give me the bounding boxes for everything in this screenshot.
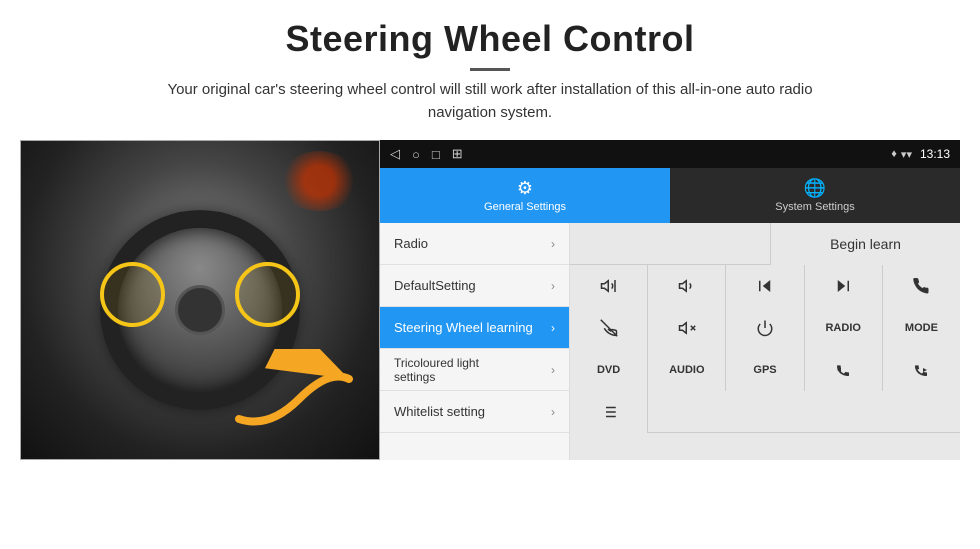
chevron-icon-tricoloured: › <box>551 363 555 377</box>
chevron-icon-whitelist: › <box>551 405 555 419</box>
gps-button[interactable]: GPS <box>726 349 804 391</box>
nav-square-icon[interactable]: □ <box>432 147 440 162</box>
control-row-2 <box>570 265 960 307</box>
menu-item-whitelist[interactable]: Whitelist setting › <box>380 391 569 433</box>
volume-down-button[interactable] <box>648 265 726 307</box>
time-display: 13:13 <box>920 147 950 161</box>
tab-bar: ⚙ General Settings 🌐 System Settings <box>380 168 960 223</box>
right-control-panel: Begin learn <box>570 223 960 460</box>
phone-prev-button[interactable] <box>805 349 883 391</box>
menu-default-label: DefaultSetting <box>394 278 476 293</box>
phone-next-icon <box>913 362 929 378</box>
mute-icon <box>678 319 696 337</box>
chevron-icon-default: › <box>551 279 555 293</box>
prev-track-icon <box>756 277 774 295</box>
menu-radio-label: Radio <box>394 236 428 251</box>
gps-icon: ♦ <box>891 148 897 160</box>
prev-track-button[interactable] <box>726 265 804 307</box>
page-container: Steering Wheel Control Your original car… <box>0 0 980 549</box>
tab-general-settings[interactable]: ⚙ General Settings <box>380 168 670 223</box>
power-icon <box>756 319 774 337</box>
status-right: ♦ ▾▾ 13:13 <box>891 147 950 161</box>
begin-learn-button[interactable]: Begin learn <box>770 223 960 265</box>
hang-up-icon <box>600 319 618 337</box>
nav-menu-icon[interactable]: ⊞ <box>452 146 463 162</box>
arrow-icon <box>229 349 359 439</box>
list-icon <box>600 403 618 421</box>
volume-up-icon <box>600 277 618 295</box>
steering-bg <box>21 141 379 459</box>
steering-image <box>20 140 380 460</box>
next-track-icon <box>834 277 852 295</box>
power-button[interactable] <box>726 307 804 349</box>
menu-tricoloured-label: Tricoloured lightsettings <box>394 356 479 384</box>
control-row-4: DVD AUDIO GPS <box>570 349 960 391</box>
chevron-icon-steering: › <box>551 321 555 335</box>
status-bar: ◁ ○ □ ⊞ ♦ ▾▾ 13:13 <box>380 140 960 168</box>
menu-item-default[interactable]: DefaultSetting › <box>380 265 569 307</box>
mode-button[interactable]: MODE <box>883 307 960 349</box>
highlight-circle-left <box>100 262 165 327</box>
general-settings-icon: ⚙ <box>517 178 533 199</box>
phone-icon <box>912 277 930 295</box>
menu-item-steering[interactable]: Steering Wheel learning › <box>380 307 569 349</box>
phone-prev-icon <box>835 362 851 378</box>
radio-button[interactable]: RADIO <box>805 307 883 349</box>
volume-up-button[interactable] <box>570 265 648 307</box>
title-divider <box>470 68 510 71</box>
subtitle: Your original car's steering wheel contr… <box>140 79 840 124</box>
menu-whitelist-label: Whitelist setting <box>394 404 485 419</box>
control-row-5 <box>570 391 960 433</box>
audio-button[interactable]: AUDIO <box>648 349 726 391</box>
nav-back-icon[interactable]: ◁ <box>390 146 400 162</box>
control-row-1: Begin learn <box>570 223 960 265</box>
content-area: ◁ ○ □ ⊞ ♦ ▾▾ 13:13 ⚙ General Settings <box>0 132 980 549</box>
menu-steering-label: Steering Wheel learning <box>394 320 533 335</box>
next-track-button[interactable] <box>805 265 883 307</box>
arrow-container <box>229 349 359 439</box>
tab-system-label: System Settings <box>775 201 854 213</box>
menu-item-radio[interactable]: Radio › <box>380 223 569 265</box>
phone-button[interactable] <box>883 265 960 307</box>
dashboard-glow <box>279 151 359 211</box>
tab-system-settings[interactable]: 🌐 System Settings <box>670 168 960 223</box>
left-menu: Radio › DefaultSetting › Steering Wheel … <box>380 223 570 460</box>
signal-icon: ▾▾ <box>901 148 912 161</box>
system-settings-icon: 🌐 <box>804 178 826 199</box>
volume-down-icon <box>678 277 696 295</box>
android-panel: ◁ ○ □ ⊞ ♦ ▾▾ 13:13 ⚙ General Settings <box>380 140 960 460</box>
control-row-3: RADIO MODE <box>570 307 960 349</box>
highlight-circle-right <box>235 262 300 327</box>
hang-up-button[interactable] <box>570 307 648 349</box>
phone-next-button[interactable] <box>883 349 960 391</box>
header-section: Steering Wheel Control Your original car… <box>0 0 980 132</box>
nav-home-icon[interactable]: ○ <box>412 147 420 162</box>
tab-general-label: General Settings <box>484 201 566 213</box>
steering-wheel-center <box>175 285 225 335</box>
empty-row5 <box>648 391 960 432</box>
menu-control-area: Radio › DefaultSetting › Steering Wheel … <box>380 223 960 460</box>
nav-buttons: ◁ ○ □ ⊞ <box>390 146 463 162</box>
chevron-icon-radio: › <box>551 237 555 251</box>
list-icon-button[interactable] <box>570 391 648 433</box>
page-title: Steering Wheel Control <box>20 18 960 60</box>
mute-button[interactable] <box>648 307 726 349</box>
menu-item-tricoloured[interactable]: Tricoloured lightsettings › <box>380 349 569 391</box>
dvd-button[interactable]: DVD <box>570 349 648 391</box>
